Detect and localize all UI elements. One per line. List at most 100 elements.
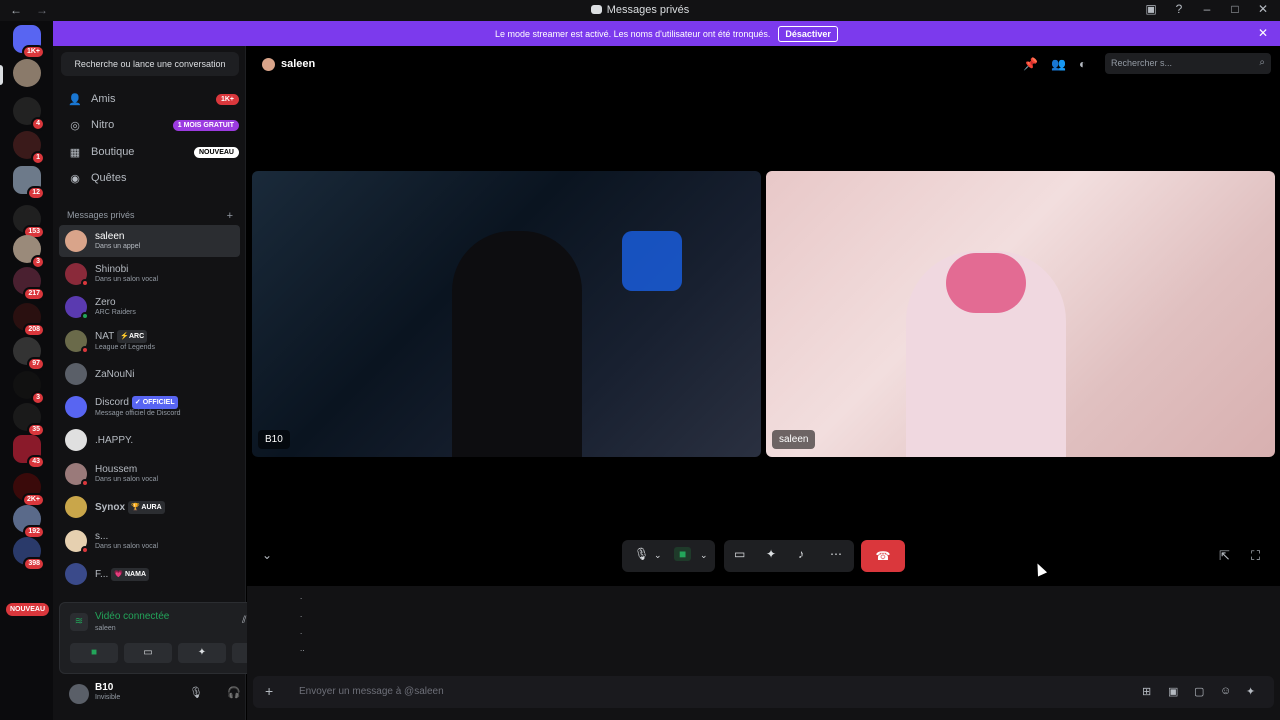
dm-item[interactable]: Discord ✓ OFFICIEL Message officiel de Dis… bbox=[59, 391, 240, 423]
server-icon[interactable]: 217 bbox=[13, 267, 45, 301]
dm-item[interactable]: Houssem Dans un salon vocal bbox=[59, 458, 240, 490]
nitro-icon: ◎ bbox=[70, 119, 80, 132]
activities-icon[interactable]: ✦ bbox=[766, 547, 776, 561]
inbox-icon[interactable]: ▣ bbox=[1144, 2, 1158, 16]
dm-status: Dans un salon vocal bbox=[95, 543, 159, 550]
nav-nitro[interactable]: ◎ Nitro 1 MOIS GRATUIT bbox=[61, 112, 239, 138]
message-composer[interactable]: + Envoyer un message à @saleen ⊞ ▣ ▢ ☺ ✦ bbox=[253, 676, 1274, 708]
soundboard-icon[interactable]: ♪ bbox=[798, 547, 804, 561]
close-banner-icon[interactable]: ✕ bbox=[1258, 26, 1268, 40]
dm-name: ZaNouNi bbox=[95, 368, 135, 380]
server-icon[interactable]: 35 bbox=[13, 403, 45, 437]
server-icon[interactable]: 12 bbox=[13, 166, 45, 200]
signal-icon[interactable]: ≋ bbox=[70, 613, 88, 631]
server-icon[interactable]: 97 bbox=[13, 337, 45, 371]
more-icon[interactable]: ⋯ bbox=[830, 547, 842, 561]
user-name: B10 bbox=[95, 682, 114, 693]
microphone-icon[interactable]: 🎙 bbox=[189, 686, 203, 699]
dm-name: Discord bbox=[95, 397, 129, 408]
screen-share-button[interactable]: ▭ bbox=[124, 643, 172, 663]
fullscreen-icon[interactable]: ⛶ bbox=[1251, 548, 1260, 564]
server-icon[interactable]: 208 bbox=[13, 303, 45, 337]
video-tile-saleen[interactable]: saleen bbox=[766, 171, 1275, 457]
add-dm-icon[interactable]: + bbox=[227, 210, 233, 222]
add-friends-icon[interactable]: 👥 bbox=[1051, 57, 1066, 71]
dm-item[interactable]: .HAPPY. bbox=[59, 424, 240, 456]
call-actions-group: ▭ ✦ ♪ ⋯ bbox=[724, 540, 854, 572]
nav-shop[interactable]: ▦ Boutique NOUVEAU bbox=[61, 139, 239, 165]
camera-button[interactable]: ■ bbox=[70, 643, 118, 663]
disable-button[interactable]: Désactiver bbox=[778, 25, 838, 42]
server-icon[interactable]: 2K+ bbox=[13, 473, 45, 507]
server-badge: 97 bbox=[27, 357, 45, 371]
video-tile-b10[interactable]: B10 bbox=[252, 171, 761, 457]
dm-item[interactable]: ZaNouNi bbox=[59, 358, 240, 390]
noise-suppression-icon[interactable]: ⫽ bbox=[242, 615, 246, 626]
dm-item[interactable]: Synox 🏆 AURA bbox=[59, 491, 240, 523]
nav-quests[interactable]: ◉ Quêtes bbox=[61, 165, 239, 191]
mic-options-chevron[interactable]: ⌄ bbox=[654, 550, 662, 561]
maximize-icon[interactable]: □ bbox=[1228, 2, 1242, 16]
popout-icon[interactable]: ⇱ bbox=[1219, 548, 1230, 564]
nav-friends[interactable]: 👤 Amis 1K+ bbox=[61, 86, 239, 112]
new-badge[interactable]: NOUVEAU bbox=[6, 603, 50, 616]
message: . bbox=[300, 627, 303, 636]
server-icon[interactable]: 3 bbox=[13, 235, 45, 269]
search-input[interactable]: Rechercher s... ⌕ bbox=[1105, 53, 1271, 74]
server-rail: 1K+ 4 1 12 153 3 217 208 97 3 35 43 2K+ … bbox=[0, 21, 53, 720]
user-avatar[interactable] bbox=[69, 684, 89, 704]
screen-share-icon[interactable]: ▭ bbox=[734, 547, 745, 561]
discord-icon bbox=[590, 5, 602, 14]
dm-item[interactable]: Zero ARC Raiders bbox=[59, 291, 240, 323]
close-icon[interactable]: ✕ bbox=[1256, 2, 1270, 16]
window-title-text: Messages privés bbox=[606, 4, 690, 16]
minimize-icon[interactable]: – bbox=[1200, 2, 1214, 16]
shop-badge: NOUVEAU bbox=[193, 146, 239, 158]
home-button[interactable]: 1K+ bbox=[13, 25, 45, 59]
nav-label: Quêtes bbox=[91, 172, 127, 184]
gif-icon[interactable]: ▣ bbox=[1168, 685, 1178, 698]
help-icon[interactable]: ? bbox=[1172, 2, 1186, 16]
server-icon[interactable]: 43 bbox=[13, 435, 45, 469]
dm-item[interactable]: NAT ⚡ARC League of Legends bbox=[59, 325, 240, 357]
server-icon[interactable] bbox=[13, 59, 41, 87]
header-name[interactable]: saleen bbox=[281, 58, 315, 70]
activities-button[interactable]: ✦ bbox=[178, 643, 226, 663]
camera-icon[interactable]: ■ bbox=[674, 547, 692, 561]
dm-item[interactable]: F... 💗 NAMA bbox=[59, 558, 240, 590]
dm-name: Zero bbox=[95, 297, 116, 308]
emoji-icon[interactable]: ☺ bbox=[1220, 685, 1231, 697]
pin-icon[interactable]: 📌 bbox=[1023, 57, 1038, 71]
dm-name: Houssem bbox=[95, 464, 138, 475]
attach-icon[interactable]: + bbox=[265, 683, 273, 699]
video-light bbox=[622, 231, 682, 291]
dm-item-saleen[interactable]: saleen Dans un appel bbox=[59, 225, 240, 257]
mic-camera-group: 🎙 ⌄ ■ ⌄ bbox=[622, 540, 715, 572]
dm-status: Dans un appel bbox=[95, 243, 141, 250]
sticker-icon[interactable]: ▢ bbox=[1194, 685, 1204, 698]
find-conversation-button[interactable]: Recherche ou lance une conversation bbox=[61, 52, 239, 76]
server-icon[interactable]: 1 bbox=[13, 131, 45, 165]
profile-icon[interactable]: ◐ bbox=[1079, 57, 1086, 71]
hang-up-button[interactable]: ☎ bbox=[861, 540, 905, 572]
dm-item[interactable]: Shinobi Dans un salon vocal bbox=[59, 258, 240, 290]
active-pill bbox=[0, 65, 3, 85]
microphone-icon[interactable]: 🎙 bbox=[634, 547, 649, 561]
chevron-down-icon[interactable]: ⌄ bbox=[262, 548, 272, 562]
dm-name: NAT bbox=[95, 331, 115, 342]
dm-item[interactable]: s... Dans un salon vocal bbox=[59, 525, 240, 557]
message: .. bbox=[300, 644, 305, 653]
camera-options-chevron[interactable]: ⌄ bbox=[700, 550, 708, 561]
server-icon[interactable]: 4 bbox=[13, 97, 45, 131]
headphones-icon[interactable]: 🎧 bbox=[227, 686, 241, 699]
gift-icon[interactable]: ⊞ bbox=[1142, 685, 1151, 698]
dm-status: Dans un salon vocal bbox=[95, 476, 159, 483]
avatar bbox=[65, 296, 89, 320]
server-icon[interactable]: 153 bbox=[13, 205, 45, 239]
apps-icon[interactable]: ✦ bbox=[1246, 685, 1255, 698]
server-icon[interactable]: 3 bbox=[13, 371, 45, 405]
server-icon[interactable]: 192 bbox=[13, 505, 45, 539]
avatar bbox=[65, 496, 87, 518]
server-icon[interactable]: 398 bbox=[13, 537, 45, 571]
status-dot bbox=[81, 546, 89, 554]
